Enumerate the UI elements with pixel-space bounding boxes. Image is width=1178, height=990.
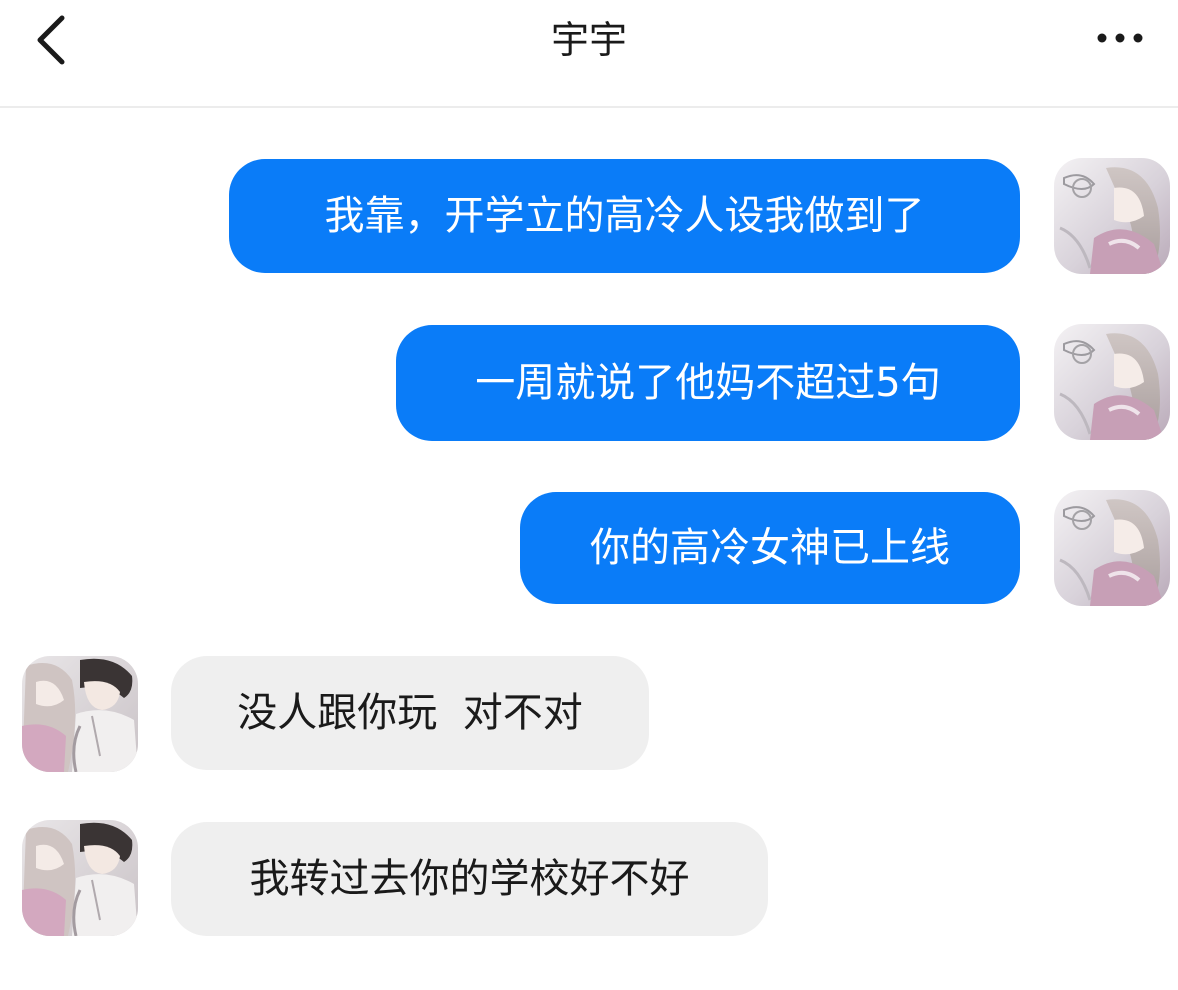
chat-title: 宇宇: [550, 18, 627, 62]
my-avatar[interactable]: [1054, 158, 1170, 274]
message-text: 你的高冷女神已上线: [590, 525, 950, 571]
anime-couple-avatar-image: [22, 820, 138, 936]
incoming-message-bubble[interactable]: 我转过去你的学校好不好: [171, 822, 768, 936]
outgoing-message-bubble[interactable]: 我靠，开学立的高冷人设我做到了: [229, 159, 1020, 273]
outgoing-message-bubble[interactable]: 你的高冷女神已上线: [520, 492, 1020, 604]
message-text: 一周就说了他妈不超过5句: [475, 360, 941, 406]
anime-couple-avatar-image: [22, 656, 138, 772]
outgoing-message-bubble[interactable]: 一周就说了他妈不超过5句: [396, 325, 1020, 441]
anime-girl-avatar-image: [1054, 158, 1170, 274]
chat-header: 宇宇: [0, 0, 1178, 108]
anime-girl-avatar-image: [1054, 324, 1170, 440]
chevron-left-icon: [37, 15, 65, 65]
contact-avatar[interactable]: [22, 820, 138, 936]
anime-girl-avatar-image: [1054, 490, 1170, 606]
contact-avatar[interactable]: [22, 656, 138, 772]
message-text: 我转过去你的学校好不好: [249, 856, 690, 902]
more-button[interactable]: [1084, 16, 1156, 60]
message-text: 我靠，开学立的高冷人设我做到了: [324, 193, 925, 239]
my-avatar[interactable]: [1054, 324, 1170, 440]
more-horizontal-icon: [1097, 33, 1143, 43]
back-button[interactable]: [22, 8, 86, 72]
incoming-message-bubble[interactable]: 没人跟你玩 对不对: [171, 656, 649, 770]
my-avatar[interactable]: [1054, 490, 1170, 606]
message-text: 没人跟你玩 对不对: [237, 690, 583, 736]
